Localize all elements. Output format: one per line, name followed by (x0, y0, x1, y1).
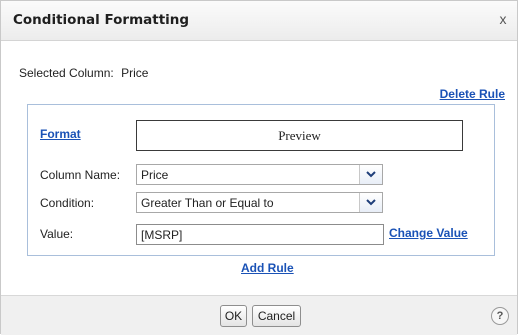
format-preview: Preview (136, 120, 463, 151)
chevron-down-icon (366, 199, 376, 206)
ok-button[interactable]: OK (220, 305, 247, 327)
cancel-button[interactable]: Cancel (252, 305, 301, 327)
condition-dropdown-button[interactable] (359, 193, 382, 212)
selected-column-label: Selected Column: (19, 66, 114, 80)
condition-select[interactable]: Greater Than or Equal to (136, 192, 383, 213)
value-label: Value: (40, 227, 74, 241)
change-value-link[interactable]: Change Value (389, 226, 468, 240)
chevron-down-icon (366, 171, 376, 178)
delete-rule-link[interactable]: Delete Rule (440, 87, 505, 101)
rule-panel: Format Preview Column Name: Price Condit… (27, 104, 495, 256)
value-input[interactable] (136, 224, 384, 245)
format-link[interactable]: Format (40, 127, 81, 141)
dialog-footer: OK Cancel ? (1, 295, 517, 335)
condition-value: Greater Than or Equal to (141, 196, 274, 210)
column-name-value: Price (141, 168, 169, 182)
column-name-select[interactable]: Price (136, 164, 383, 185)
condition-label: Condition: (40, 196, 95, 210)
dialog-title: Conditional Formatting (13, 12, 190, 28)
help-icon[interactable]: ? (491, 307, 509, 325)
add-rule-link[interactable]: Add Rule (241, 261, 294, 275)
column-name-label: Column Name: (40, 168, 121, 182)
dialog-titlebar[interactable]: Conditional Formatting x (1, 1, 517, 41)
close-icon[interactable]: x (495, 10, 511, 28)
column-name-dropdown-button[interactable] (359, 165, 382, 184)
selected-column-value: Price (121, 66, 149, 80)
selected-column: Selected Column: Price (19, 66, 148, 80)
conditional-formatting-dialog: Conditional Formatting x Selected Column… (0, 0, 518, 335)
